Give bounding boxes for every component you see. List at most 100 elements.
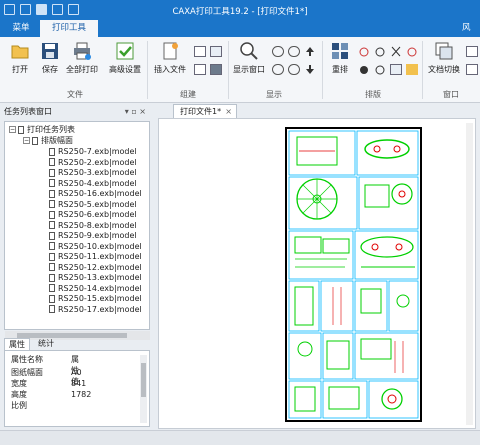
- document-tab[interactable]: 打印文件1* ×: [173, 104, 237, 118]
- tab-style[interactable]: 风: [462, 20, 480, 37]
- doc-switch-button[interactable]: 文档切换: [424, 41, 464, 75]
- layout-drawings: [288, 130, 419, 419]
- print-all-button[interactable]: 全部打印: [64, 41, 100, 75]
- drawing-sheet[interactable]: [285, 127, 422, 422]
- copy-icon[interactable]: [194, 46, 206, 57]
- tree-item[interactable]: RS250-7.exb|model: [49, 146, 137, 157]
- file-icon: [49, 231, 55, 240]
- tree-item[interactable]: RS250-11.exb|model: [49, 251, 142, 262]
- tree-item-label: RS250-7.exb|model: [58, 147, 137, 156]
- ribbon-separator: [322, 41, 323, 99]
- show-window-button[interactable]: 显示窗口: [230, 41, 268, 75]
- file-icon: [49, 284, 55, 292]
- tree-item[interactable]: RS250-16.exb|model: [49, 188, 142, 199]
- small-printer-icon[interactable]: [210, 64, 222, 75]
- tree-item[interactable]: RS250-6.exb|model: [49, 209, 137, 220]
- file-icon: [49, 252, 55, 261]
- zoom-all-icon[interactable]: [288, 64, 300, 75]
- group-icon[interactable]: [374, 64, 386, 75]
- zoom-out-icon[interactable]: [288, 46, 300, 57]
- tree-item[interactable]: RS250-14.exb|model: [49, 283, 142, 294]
- tree-item[interactable]: RS250-12.exb|model: [49, 262, 142, 273]
- scroll-thumb[interactable]: [141, 363, 146, 397]
- tree-item-label: RS250-11.exb|model: [58, 252, 142, 261]
- property-value[interactable]: 841: [71, 378, 86, 389]
- tree-item[interactable]: RS250-9.exb|model: [49, 230, 137, 241]
- group-file-label: 文件: [67, 90, 83, 99]
- task-pane-title: 任务列表窗口: [4, 107, 52, 116]
- zoom-in-icon[interactable]: [272, 46, 284, 57]
- tree-item-label: RS250-9.exb|model: [58, 231, 137, 240]
- file-icon: [49, 210, 55, 219]
- tree-item[interactable]: RS250-15.exb|model: [49, 293, 142, 304]
- file-icon: [49, 200, 55, 208]
- cut-icon[interactable]: [390, 46, 402, 57]
- save-icon: [40, 41, 60, 61]
- tree-paper-node[interactable]: − 排版幅面: [23, 135, 73, 146]
- window-switch-icon: [434, 41, 454, 61]
- show-window-label: 显示窗口: [233, 65, 265, 74]
- file-icon: [49, 221, 55, 229]
- tab-properties[interactable]: 属性: [4, 338, 30, 350]
- property-row[interactable]: 宽度 841: [11, 378, 86, 389]
- rotate-icon[interactable]: [406, 46, 418, 57]
- insert-file-label: 插入文件: [154, 65, 186, 74]
- zoom-window-icon[interactable]: [272, 64, 284, 75]
- pan-up-icon[interactable]: [304, 46, 316, 57]
- tree-paper-label: 排版幅面: [41, 136, 73, 145]
- open-button[interactable]: 打开: [6, 41, 34, 75]
- cascade-icon[interactable]: [466, 46, 478, 57]
- image-icon[interactable]: [390, 64, 402, 75]
- color-icon[interactable]: [406, 64, 418, 75]
- property-row[interactable]: 高度 1782: [11, 389, 91, 400]
- tree-item-label: RS250-16.exb|model: [58, 189, 142, 198]
- select-tool-icon[interactable]: [358, 46, 370, 57]
- print-all-label: 全部打印: [66, 65, 98, 74]
- tree-item[interactable]: RS250-3.exb|model: [49, 167, 137, 178]
- save-button[interactable]: 保存: [36, 41, 64, 75]
- pane-controls[interactable]: ▾ ▫ ×: [125, 104, 146, 120]
- property-value[interactable]: 1782: [71, 389, 91, 400]
- property-scrollbar[interactable]: [140, 355, 147, 423]
- tab-menu[interactable]: 菜单: [4, 20, 38, 37]
- property-value[interactable]: A0: [71, 367, 82, 378]
- tree-item-label: RS250-17.exb|model: [58, 304, 142, 314]
- insert-file-button[interactable]: 插入文件: [150, 41, 190, 75]
- tree-item-label: RS250-5.exb|model: [58, 199, 137, 209]
- tab-print-tools[interactable]: 打印工具: [40, 20, 98, 37]
- tree-item-label: RS250-12.exb|model: [58, 262, 142, 272]
- folder-open-icon: [10, 41, 30, 61]
- property-row[interactable]: 图纸幅面 A0: [11, 367, 82, 378]
- tree-item[interactable]: RS250-4.exb|model: [49, 178, 137, 189]
- header-name: 属性名称: [11, 355, 43, 364]
- canvas-vertical-scrollbar[interactable]: [466, 123, 473, 425]
- tree-item[interactable]: RS250-2.exb|model: [49, 157, 137, 168]
- close-icon[interactable]: ×: [225, 105, 232, 118]
- swap-icon[interactable]: [374, 46, 386, 57]
- rearrange-button[interactable]: 重排: [326, 41, 354, 75]
- tile-icon[interactable]: [466, 64, 478, 75]
- paste-icon[interactable]: [210, 46, 222, 57]
- tree-item[interactable]: RS250-17.exb|model: [49, 304, 142, 315]
- property-name: 图纸幅面: [11, 368, 43, 377]
- tree-item-label: RS250-13.exb|model: [58, 273, 142, 282]
- tree-item-label: RS250-4.exb|model: [58, 178, 137, 188]
- ribbon: 打开 保存 全部打印 高级设置 文件 插入文件 组建 显示窗口 显示 重排 排版…: [0, 37, 480, 103]
- tree-item[interactable]: RS250-5.exb|model: [49, 199, 137, 210]
- advanced-settings-button[interactable]: 高级设置: [106, 41, 144, 75]
- refresh-icon[interactable]: [194, 64, 206, 75]
- pan-down-icon[interactable]: [304, 64, 316, 75]
- collapse-icon[interactable]: −: [23, 137, 30, 144]
- tree-item[interactable]: RS250-8.exb|model: [49, 220, 137, 231]
- tab-stats[interactable]: 统计: [34, 338, 58, 350]
- tree-item-label: RS250-8.exb|model: [58, 220, 137, 230]
- tree-item[interactable]: RS250-13.exb|model: [49, 272, 142, 283]
- printer-icon: [72, 41, 92, 61]
- tree-root[interactable]: − 打印任务列表: [9, 124, 75, 135]
- print-preview-canvas[interactable]: [158, 118, 476, 429]
- align-icon[interactable]: [358, 64, 370, 75]
- task-pane-header: 任务列表窗口 ▾ ▫ ×: [0, 104, 152, 120]
- property-row[interactable]: 比例: [11, 400, 27, 411]
- tree-item[interactable]: RS250-10.exb|model: [49, 241, 142, 252]
- collapse-icon[interactable]: −: [9, 126, 16, 133]
